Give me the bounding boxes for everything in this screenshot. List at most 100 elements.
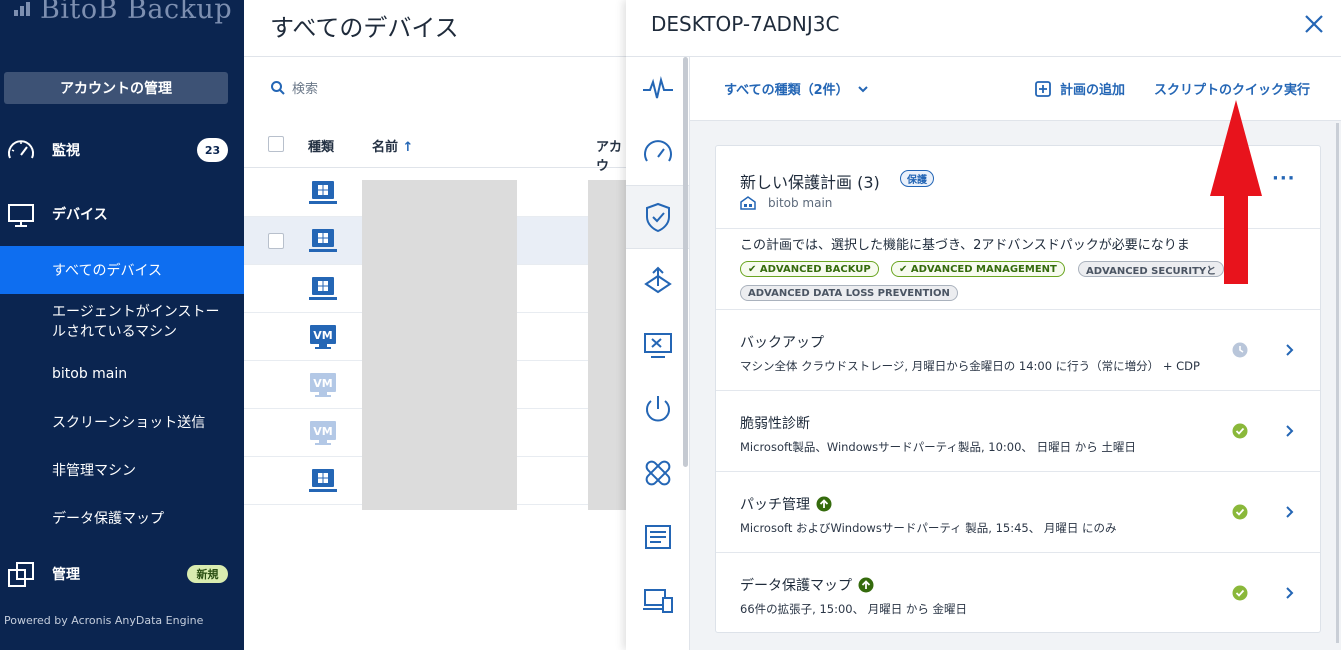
deploy-icon [643,266,672,294]
section-title: 脆弱性診断 [740,416,810,432]
nav-devices[interactable]: デバイス [0,190,244,238]
sidebar-item-all-devices[interactable]: すべてのデバイス [0,246,244,294]
section-title: パッチ管理 [740,494,832,514]
pack-advanced-backup: ✔ ADVANCED BACKUP [740,261,879,277]
section-patch[interactable]: パッチ管理 Microsoft およびWindowsサードパーティ 製品, 15… [716,471,1320,552]
nav-management-label: 管理 [52,567,80,583]
devices-icon [642,589,673,613]
device-details-panel: DESKTOP-7ADNJ3C すべての種類（2件） 計画の追加 スクリプトのク… [626,0,1341,650]
check-icon [1232,585,1248,601]
plan-org: bitob main [740,196,832,210]
svg-text:VM: VM [313,425,332,438]
management-icon [8,562,34,587]
section-title: バックアップ [740,335,824,351]
tabs-scrollbar[interactable] [683,57,688,467]
svg-text:VM: VM [313,329,332,342]
remote-desktop-icon [643,333,672,358]
pack-advanced-dlp: ADVANCED DATA LOSS PREVENTION [740,285,958,301]
gauge-icon [643,140,672,162]
tab-inventory[interactable] [626,569,689,633]
tab-power[interactable] [626,377,689,441]
more-options-button[interactable]: ··· [1272,168,1296,189]
new-badge: 新規 [187,565,228,583]
nav-devices-label: デバイス [52,207,108,223]
tab-remote[interactable] [626,313,689,377]
section-vulnerability[interactable]: 脆弱性診断 Microsoft製品、Windowsサードパーティ製品, 10:0… [716,390,1320,471]
upgrade-icon [816,496,832,512]
tab-deploy[interactable] [626,249,689,313]
section-desc: Microsoft およびWindowsサードパーティ 製品, 15:45、 月… [740,521,1117,535]
annotation-arrow-icon [1210,100,1262,284]
details-icon [644,525,671,549]
redacted-accounts [588,180,626,510]
sidebar-item-unmanaged[interactable]: 非管理マシン [0,446,244,494]
pulse-icon [642,76,673,99]
panel-title: DESKTOP-7ADNJ3C [651,12,840,36]
vm-device-icon: VM [310,421,336,445]
search-input[interactable]: 検索 [270,78,318,97]
section-desc: Microsoft製品、Windowsサードパーティ製品, 10:00、 日曜日… [740,440,1136,454]
sort-arrow-icon: ↑ [402,140,414,155]
sidebar-item-screenshot[interactable]: スクリーンショット送信 [0,398,244,446]
bandage-icon [645,460,670,486]
windows-device-icon [309,469,337,492]
monitoring-count-badge: 23 [197,138,228,162]
windows-device-icon [309,229,337,252]
sidebar-item-agent-machines[interactable]: エージェントがインストールされているマシン [0,292,244,352]
add-plan-button[interactable]: 計画の追加 [1035,79,1125,98]
nav-monitoring-label: 監視 [52,143,80,159]
nav-monitoring[interactable]: 監視 23 [0,126,244,174]
clock-icon [1232,342,1248,358]
chevron-down-icon [857,85,868,92]
redacted-names [362,180,517,510]
row-checkbox[interactable] [268,233,284,249]
app-logo: BitoB Backup [14,0,232,25]
svg-text:VM: VM [313,377,332,390]
upgrade-icon [858,577,874,593]
sidebar-item-data-protection-map[interactable]: データ保護マップ [0,494,244,542]
powered-by: Powered by Acronis AnyData Engine [4,614,204,627]
protection-badge: 保護 [900,170,934,187]
close-icon[interactable] [1302,12,1326,36]
check-icon [1232,504,1248,520]
quick-run-script-button[interactable]: スクリプトのクイック実行 [1154,79,1310,98]
sidebar: BitoB Backup アカウントの管理 監視 23 デバイス すべてのデバイ… [0,0,244,650]
tab-patch[interactable] [626,441,689,505]
account-management-button[interactable]: アカウントの管理 [4,72,228,104]
tab-activity[interactable] [626,57,689,121]
select-all-checkbox[interactable] [268,136,284,152]
section-data-protection-map[interactable]: データ保護マップ 66件の拡張子, 15:00、 月曜日 から 金曜日 [716,552,1320,632]
column-name[interactable]: 名前 ↑ [372,136,413,155]
table-header: 種類 名前 ↑ アカウ [244,120,626,174]
sidebar-item-bitob-main[interactable]: bitob main [0,350,244,398]
pack-required-message: この計画では、選択した機能に基づき、2アドバンスドパックが必要になりま [740,238,1190,253]
monitor-icon [8,204,34,227]
section-backup[interactable]: バックアップ マシン全体 クラウドストレージ, 月曜日から金曜日の 14:00 … [716,309,1320,390]
vm-device-icon: VM [310,373,336,397]
shield-icon [645,202,670,233]
panel-tabs [626,57,690,650]
section-title: データ保護マップ [740,575,874,595]
content-scrollbar[interactable] [1336,123,1339,643]
type-filter-dropdown[interactable]: すべての種類（2件） [724,79,869,98]
section-desc: 66件の拡張子, 15:00、 月曜日 から 金曜日 [740,602,968,616]
section-desc: マシン全体 クラウドストレージ, 月曜日から金曜日の 14:00 に行う（常に増… [740,359,1200,373]
organization-icon [740,196,756,210]
divider [244,56,626,57]
tab-details[interactable] [626,505,689,569]
chevron-right-icon[interactable] [1284,504,1296,520]
power-icon [645,396,670,422]
windows-device-icon [309,277,337,300]
nav-management[interactable]: 管理 新規 [0,550,244,598]
chevron-right-icon[interactable] [1284,585,1296,601]
vm-device-icon: VM [310,325,336,349]
gauge-icon [8,140,34,159]
chevron-right-icon[interactable] [1284,423,1296,439]
tab-protection[interactable] [626,185,689,249]
plus-box-icon [1035,80,1051,97]
chevron-right-icon[interactable] [1284,342,1296,358]
tab-monitoring[interactable] [626,121,689,185]
check-icon [1232,423,1248,439]
search-placeholder: 検索 [292,82,319,97]
column-type[interactable]: 種類 [308,136,334,155]
